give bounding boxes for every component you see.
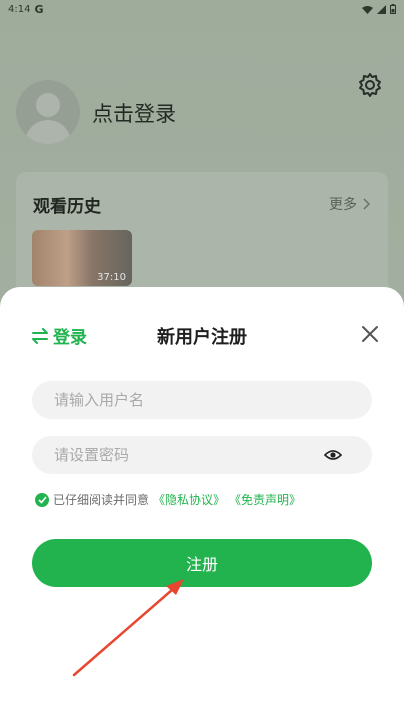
disclaimer-link[interactable]: 《免责声明》 bbox=[229, 491, 301, 508]
app-screen: 4:14 G 点击登录 观看历史 更多 37:10 登录 新用户注册 请输入用户… bbox=[0, 0, 404, 720]
username-input[interactable] bbox=[32, 381, 372, 419]
password-field bbox=[32, 436, 372, 474]
username-field bbox=[32, 381, 372, 419]
sheet-title: 新用户注册 bbox=[157, 327, 247, 348]
agreement-row: 已仔细阅读并同意 《隐私协议》 《免责声明》 bbox=[35, 491, 301, 508]
privacy-policy-link[interactable]: 《隐私协议》 bbox=[153, 491, 225, 508]
register-button[interactable]: 注册 bbox=[32, 539, 372, 587]
password-input[interactable] bbox=[32, 436, 372, 474]
register-sheet: 登录 新用户注册 已仔细阅读并同意 《隐私协议》 《免责声明》 注册 bbox=[0, 287, 404, 720]
check-icon bbox=[37, 495, 47, 504]
agreement-checkbox[interactable] bbox=[35, 492, 49, 507]
close-icon[interactable] bbox=[359, 323, 381, 345]
agreement-text: 已仔细阅读并同意 bbox=[53, 493, 150, 507]
eye-icon[interactable] bbox=[324, 447, 342, 463]
